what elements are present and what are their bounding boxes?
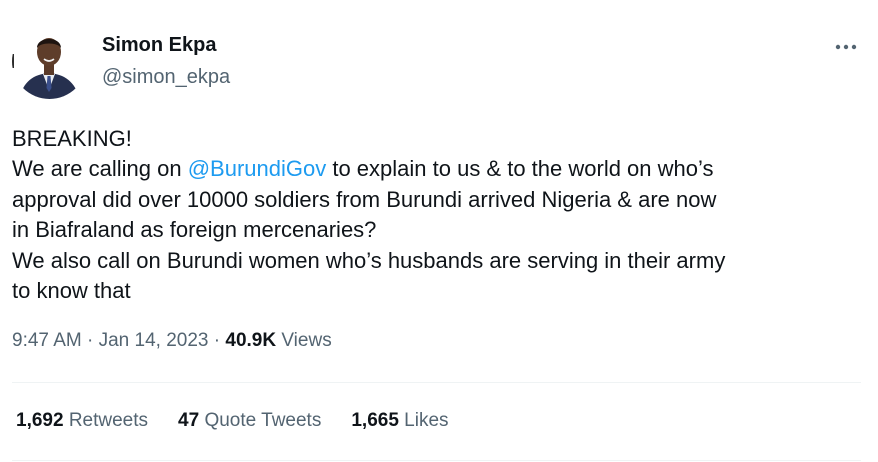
more-horizontal-icon xyxy=(835,44,857,50)
divider xyxy=(12,460,861,461)
author-avatar[interactable] xyxy=(12,24,87,99)
tweet-text-segment: We are calling on xyxy=(12,156,188,182)
engagement-stats: 1,692 Retweets 47 Quote Tweets 1,665 Lik… xyxy=(16,410,479,432)
quote-tweets-stat[interactable]: 47 Quote Tweets xyxy=(178,410,321,432)
author-handle[interactable]: @simon_ekpa xyxy=(102,66,230,89)
tweet-text-line: approval did over 10000 soldiers from Bu… xyxy=(12,186,717,212)
likes-stat[interactable]: 1,665 Likes xyxy=(351,410,448,432)
tweet-time[interactable]: 9:47 AM xyxy=(12,330,82,351)
tweet-text-line: in Biafraland as foreign mercenaries? xyxy=(12,217,377,243)
tweet-text-line: We also call on Burundi women who’s husb… xyxy=(12,247,726,273)
author-display-name[interactable]: Simon Ekpa xyxy=(102,34,216,57)
likes-label: Likes xyxy=(398,410,449,431)
views-label: Views xyxy=(276,330,332,351)
retweets-stat[interactable]: 1,692 Retweets xyxy=(16,410,148,432)
quote-tweets-label: Quote Tweets xyxy=(199,410,322,431)
profile-photo-icon xyxy=(12,24,87,99)
tweet-text-line: We are calling on @BurundiGov to explain… xyxy=(12,154,868,184)
meta-separator: · xyxy=(208,330,226,351)
retweets-count: 1,692 xyxy=(16,410,64,431)
tweet-meta: 9:47 AM · Jan 14, 2023 · 40.9K Views xyxy=(12,330,332,352)
likes-count: 1,665 xyxy=(351,410,399,431)
mention-link[interactable]: @BurundiGov xyxy=(188,156,327,181)
retweets-label: Retweets xyxy=(63,410,149,431)
tweet-text-line: BREAKING! xyxy=(12,126,132,151)
quote-tweets-count: 47 xyxy=(178,410,200,431)
tweet-text: BREAKING! We are calling on @BurundiGov … xyxy=(12,124,868,306)
views-count: 40.9K xyxy=(225,330,277,351)
tweet-date[interactable]: Jan 14, 2023 xyxy=(99,330,209,351)
more-options-button[interactable] xyxy=(826,34,866,60)
meta-separator: · xyxy=(81,330,99,351)
tweet-card: Simon Ekpa @simon_ekpa BREAKING! We are … xyxy=(0,0,878,462)
tweet-text-segment: to explain to us & to the world on who’s xyxy=(326,156,714,182)
divider xyxy=(12,382,861,383)
tweet-text-line: to know that xyxy=(12,278,131,304)
